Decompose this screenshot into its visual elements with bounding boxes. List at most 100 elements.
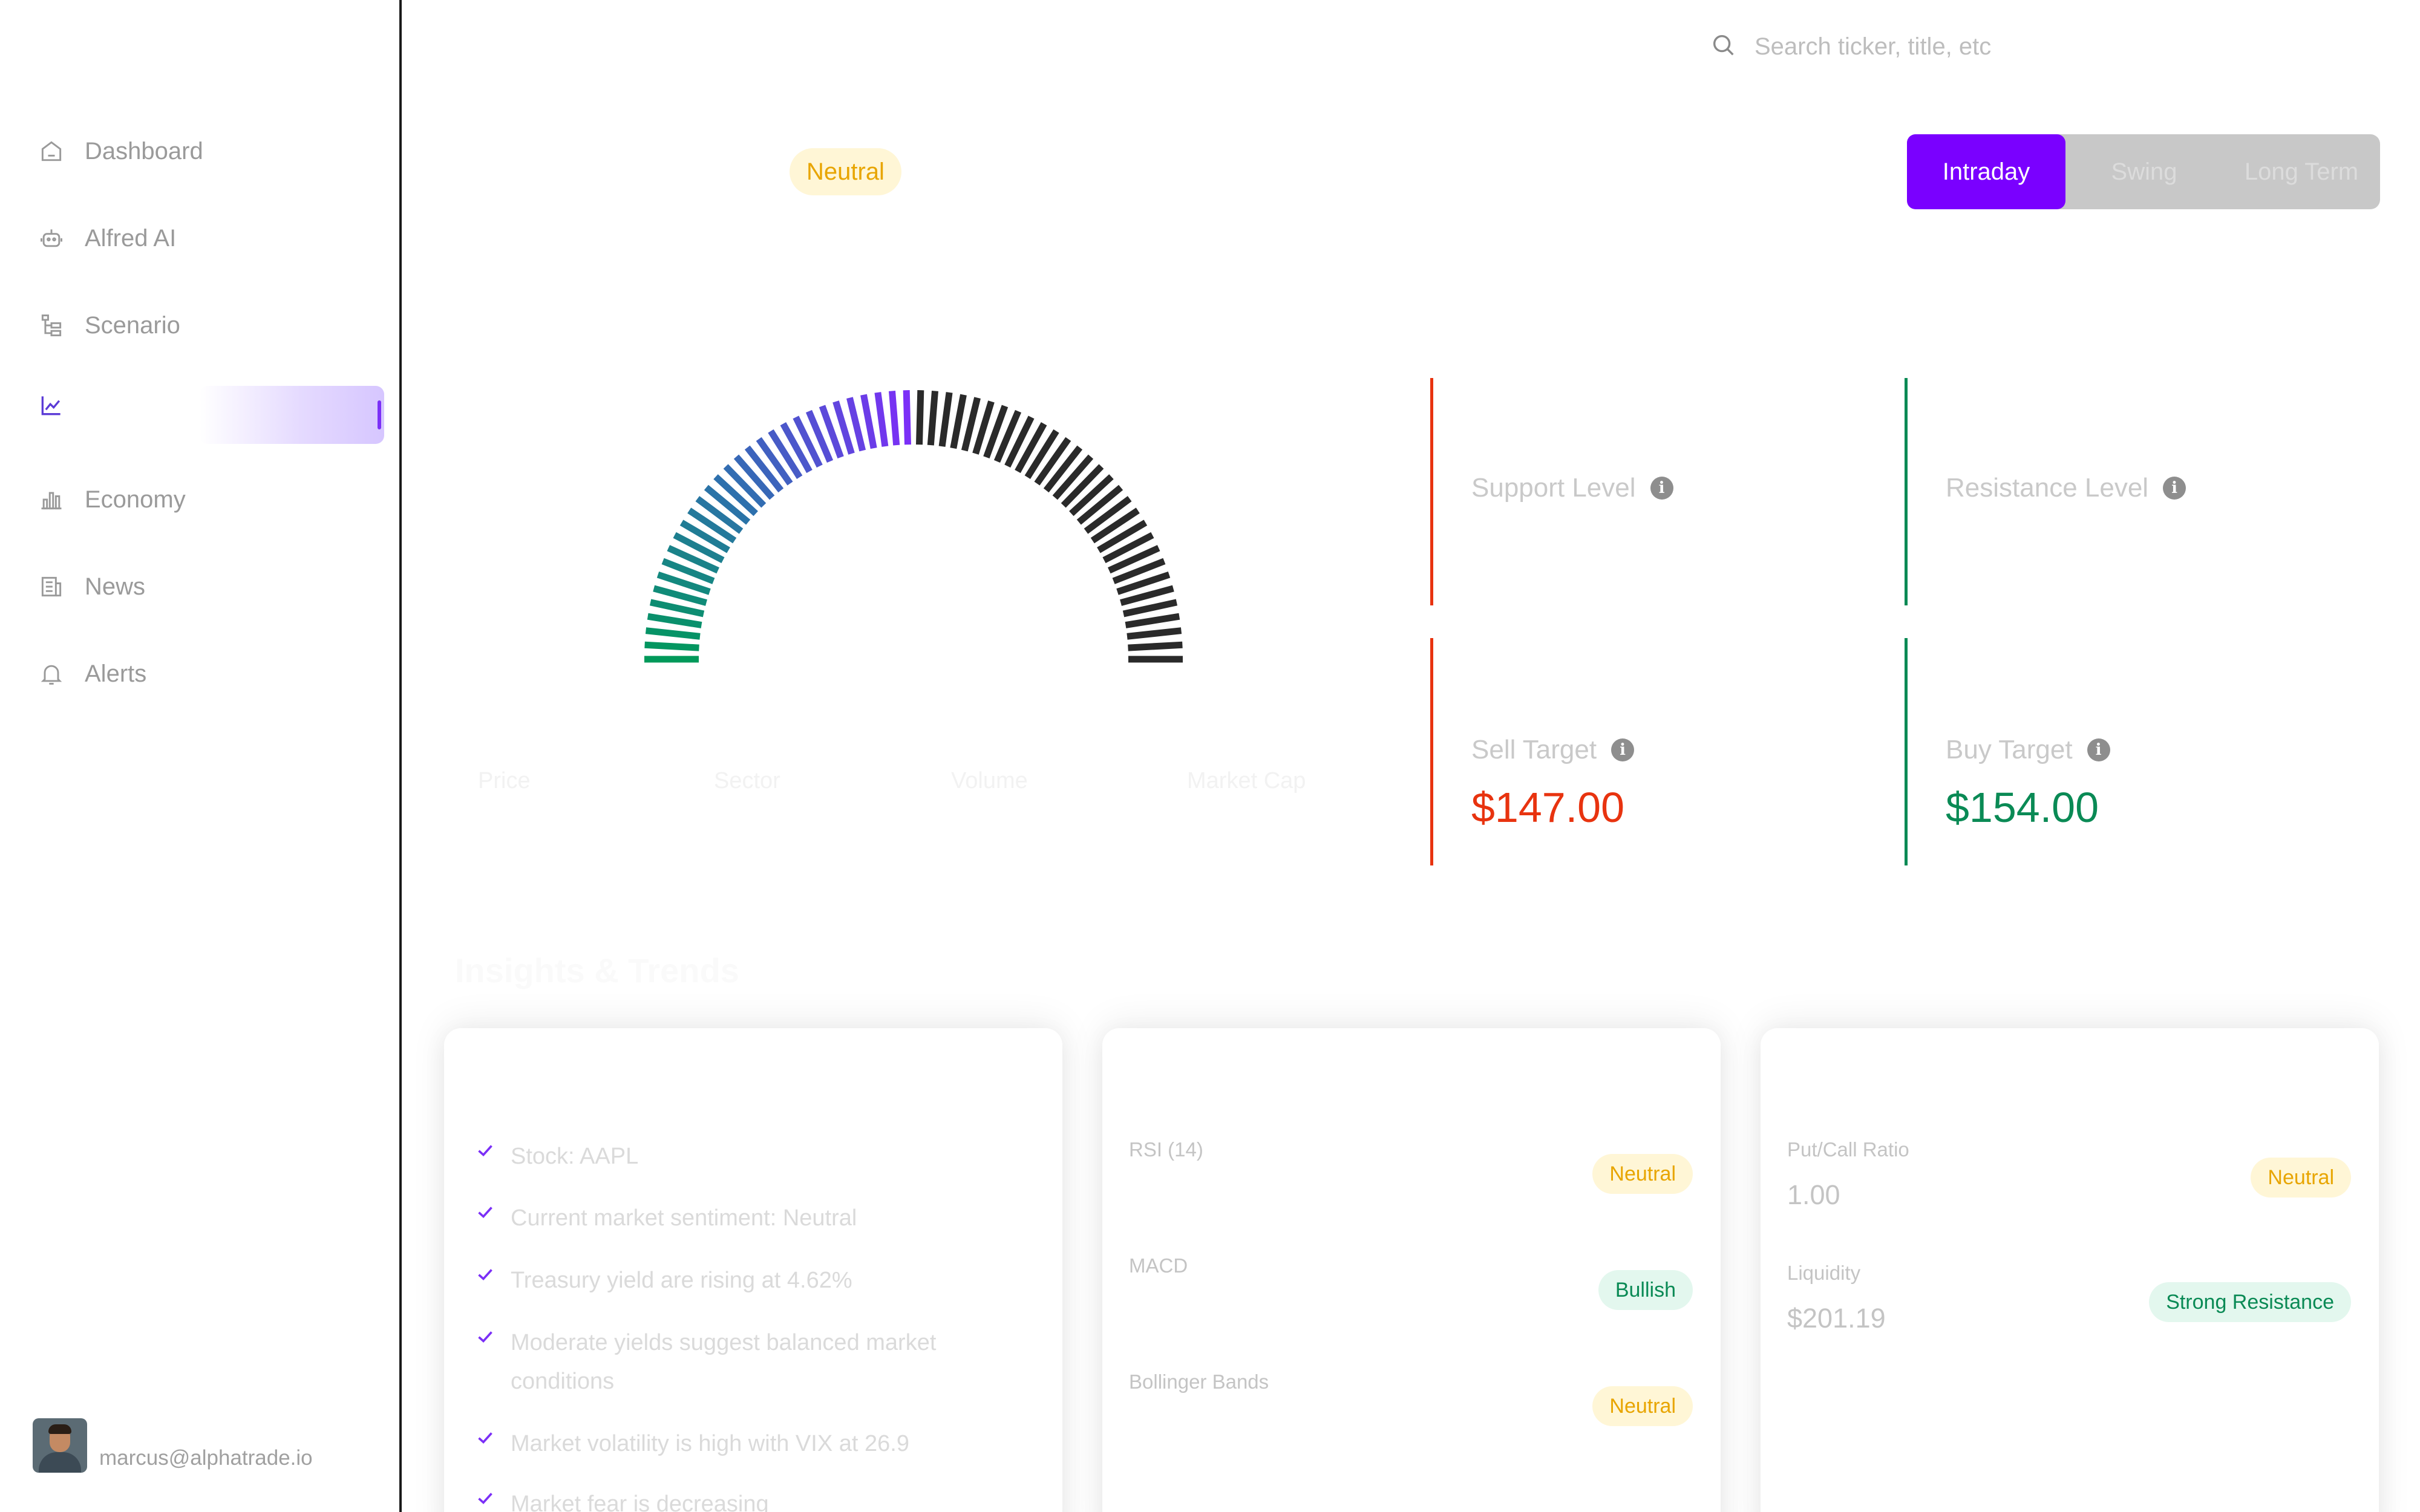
sidebar-item-scenario[interactable]: Scenario: [0, 295, 402, 356]
sidebar-item-alfred-ai[interactable]: Alfred AI: [0, 208, 402, 269]
check-icon: [478, 1493, 492, 1505]
gauge-tick: [938, 392, 953, 447]
gauge-tick: [649, 599, 705, 618]
indicator-value: $201.19: [1787, 1303, 1886, 1334]
stat-sector-label: Sector: [714, 768, 780, 793]
robot-icon: [38, 224, 65, 252]
gauge-tick: [889, 390, 900, 446]
gauge-tick: [645, 627, 701, 640]
indicator-label: Bollinger Bands: [1129, 1370, 1269, 1393]
insight-item: Stock: AAPL: [474, 1137, 983, 1176]
info-icon[interactable]: i: [1611, 738, 1635, 761]
insight-item: Moderate yields suggest balanced market …: [474, 1323, 983, 1401]
gauge-tick: [1090, 507, 1140, 544]
active-highlight: [200, 386, 384, 444]
check-icon: [478, 1269, 492, 1281]
avatar[interactable]: [33, 1418, 87, 1473]
check-icon: [478, 1432, 492, 1444]
gauge-tick: [1122, 599, 1178, 618]
options-card: Put/Call Ratio 1.00 Neutral Liquidity $2…: [1761, 1028, 2379, 1512]
status-badge: Neutral: [1592, 1154, 1693, 1194]
search-icon: [1710, 31, 1738, 62]
gauge-tick: [1024, 429, 1059, 480]
indicator-label: Liquidity: [1787, 1262, 1861, 1284]
insights-section-title: Insights & Trends: [455, 951, 739, 989]
gauge-tick: [1127, 627, 1182, 640]
check-icon: [478, 1145, 492, 1157]
resistance-level-title: Resistance Level i: [1946, 473, 2186, 503]
timeframe-intraday[interactable]: Intraday: [1907, 134, 2065, 209]
timeframe-swing[interactable]: Swing: [2065, 134, 2223, 209]
stat-market-cap-label: Market Cap: [1187, 768, 1306, 793]
check-icon: [478, 1331, 492, 1343]
timeframe-long-term[interactable]: Long Term: [2223, 134, 2380, 209]
sidebar-item-label: Economy: [85, 486, 186, 513]
insight-item: Treasury yield are rising at 4.62%: [474, 1261, 983, 1300]
buy-target-line: [1905, 638, 1908, 865]
sidebar-item-news[interactable]: News: [0, 556, 402, 617]
stat-volume-label: Volume: [951, 768, 1028, 793]
sidebar-item-alerts[interactable]: Alerts: [0, 644, 402, 704]
sidebar-item-economy[interactable]: Economy: [0, 469, 402, 530]
gauge-tick: [1128, 641, 1183, 651]
status-badge: Strong Resistance: [2149, 1282, 2351, 1322]
indicator-label: Put/Call Ratio: [1787, 1138, 1909, 1161]
status-badge: Neutral: [1592, 1386, 1693, 1426]
status-badge: Bullish: [1598, 1270, 1693, 1310]
sell-target-line: [1430, 638, 1433, 865]
sidebar-item-label: Alerts: [85, 660, 147, 687]
sidebar: Dashboard Alfred AI Scenario Economy New…: [0, 0, 402, 1512]
status-badge: Neutral: [2251, 1158, 2351, 1198]
gauge-tick: [1125, 613, 1180, 628]
search-bar[interactable]: [1710, 31, 2118, 62]
gauge-tick: [644, 641, 699, 651]
technical-indicators-card: RSI (14) Neutral MACD Bullish Bollinger …: [1102, 1028, 1721, 1512]
sell-target-title: Sell Target i: [1471, 735, 1635, 765]
tree-icon: [38, 311, 65, 339]
buy-target-title: Buy Target i: [1946, 735, 2110, 765]
chart-line-icon: [38, 391, 65, 419]
info-icon[interactable]: i: [1650, 477, 1673, 500]
sentiment-badge: Neutral: [790, 148, 901, 195]
support-level-line: [1430, 378, 1433, 605]
sentiment-gauge: [644, 390, 1183, 663]
sidebar-item-dashboard[interactable]: Dashboard: [0, 121, 402, 181]
user-profile[interactable]: marcus@alphatrade.io: [33, 1418, 313, 1473]
sidebar-item-label: Scenario: [85, 311, 180, 339]
info-icon[interactable]: i: [2163, 477, 2186, 500]
support-level-title: Support Level i: [1471, 473, 1673, 503]
insight-item: Current market sentiment: Neutral: [474, 1199, 983, 1237]
newspaper-icon: [38, 573, 65, 601]
user-email: marcus@alphatrade.io: [99, 1446, 313, 1470]
home-icon: [38, 137, 65, 165]
bell-icon: [38, 660, 65, 688]
indicator-label: RSI (14): [1129, 1138, 1203, 1161]
info-icon[interactable]: i: [2087, 738, 2110, 761]
resistance-level-line: [1905, 378, 1908, 605]
buy-target-value: $154.00: [1946, 784, 2099, 831]
stat-price-label: Price: [478, 768, 531, 793]
gauge-tick: [768, 429, 803, 480]
gauge-tick: [687, 507, 737, 544]
sidebar-item-stocks[interactable]: [0, 375, 402, 444]
sell-target-value: $147.00: [1471, 784, 1625, 831]
search-input[interactable]: [1754, 33, 2118, 60]
insight-item: Market volatility is high with VIX at 26…: [474, 1424, 983, 1463]
insights-card: Stock: AAPL Current market sentiment: Ne…: [444, 1028, 1062, 1512]
indicator-value: 1.00: [1787, 1179, 1840, 1210]
indicator-label: MACD: [1129, 1254, 1188, 1277]
gauge-tick: [903, 390, 911, 445]
sidebar-item-label: Alfred AI: [85, 224, 177, 252]
gauge-tick: [647, 613, 702, 628]
gauge-tick: [916, 390, 924, 445]
insight-item: Market fear is decreasing: [474, 1485, 983, 1512]
active-indicator: [378, 400, 381, 429]
gauge-tick: [927, 390, 938, 446]
check-icon: [478, 1207, 492, 1219]
gauge-tick: [874, 392, 889, 447]
sidebar-item-label: News: [85, 573, 146, 600]
gauge-tick: [950, 394, 967, 449]
gauge-tick: [860, 394, 877, 449]
timeframe-toggle: Intraday Swing Long Term: [1907, 134, 2380, 209]
sidebar-item-label: Dashboard: [85, 137, 203, 165]
